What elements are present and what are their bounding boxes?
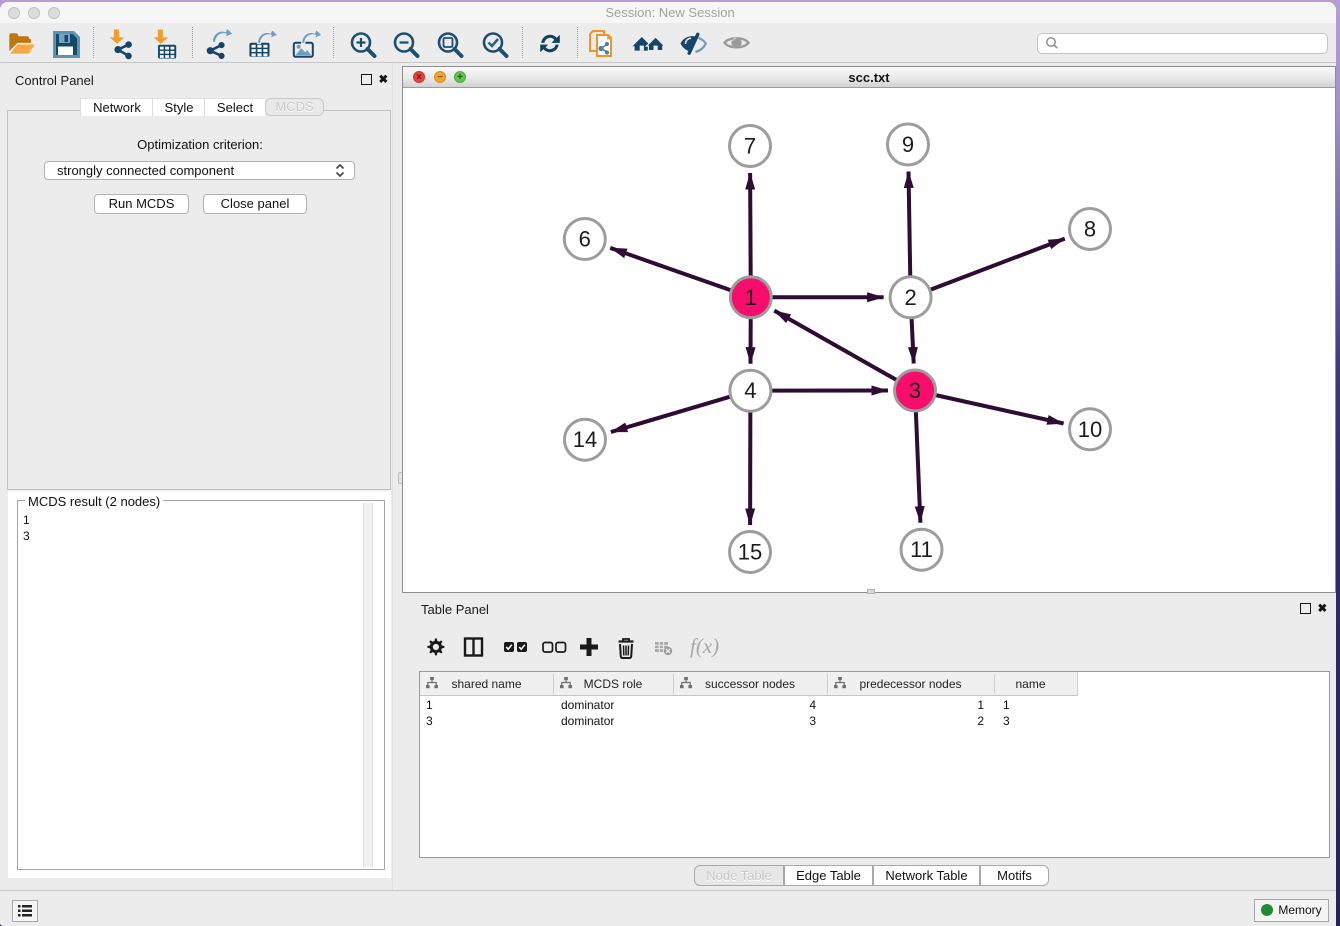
svg-text:7: 7: [744, 134, 756, 159]
svg-text:1: 1: [745, 285, 757, 310]
svg-text:14: 14: [573, 427, 597, 452]
svg-text:9: 9: [902, 132, 914, 157]
svg-text:10: 10: [1078, 417, 1102, 442]
svg-text:8: 8: [1084, 217, 1096, 242]
svg-text:15: 15: [738, 540, 762, 565]
svg-text:11: 11: [910, 537, 933, 562]
svg-text:f(x): f(x): [690, 634, 719, 658]
svg-text:3: 3: [909, 378, 921, 403]
svg-text:6: 6: [579, 227, 591, 252]
svg-text:2: 2: [904, 285, 916, 310]
svg-text:4: 4: [744, 378, 756, 403]
